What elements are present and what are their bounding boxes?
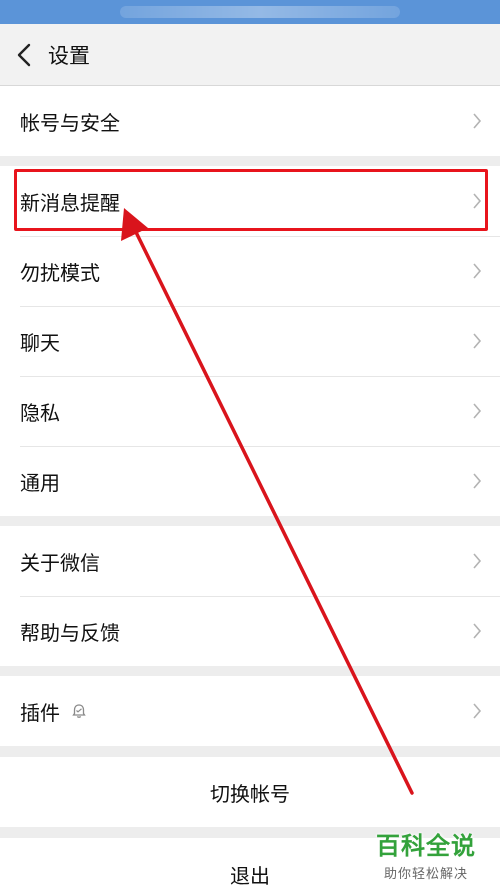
watermark-sub-text: 助你轻松解决 — [383, 867, 468, 882]
chevron-right-icon — [473, 193, 482, 209]
switch-account-label: 切换帐号 — [210, 781, 290, 806]
switch-account-button[interactable]: 切换帐号 — [0, 757, 500, 827]
settings-item-plugins[interactable]: 插件 — [0, 676, 500, 746]
settings-item-label: 勿扰模式 — [20, 260, 100, 285]
chevron-right-icon — [473, 473, 482, 489]
settings-item-chat[interactable]: 聊天 — [0, 306, 500, 376]
settings-group-switch-account: 切换帐号 — [0, 757, 500, 827]
settings-item-new-message-alerts[interactable]: 新消息提醒 — [0, 166, 500, 236]
settings-item-label: 帐号与安全 — [20, 110, 120, 135]
status-bar — [0, 0, 500, 24]
settings-item-help-feedback[interactable]: 帮助与反馈 — [0, 596, 500, 666]
back-button[interactable] — [0, 24, 48, 86]
settings-item-label: 新消息提醒 — [20, 190, 120, 215]
settings-item-do-not-disturb[interactable]: 勿扰模式 — [0, 236, 500, 306]
chevron-right-icon — [473, 623, 482, 639]
settings-item-label: 隐私 — [20, 400, 60, 425]
settings-item-label: 通用 — [20, 470, 60, 495]
settings-item-label: 帮助与反馈 — [20, 620, 120, 645]
chevron-right-icon — [473, 263, 482, 279]
plugin-bell-icon — [72, 704, 86, 718]
settings-item-about-wechat[interactable]: 关于微信 — [0, 526, 500, 596]
settings-group-account: 帐号与安全 — [0, 86, 500, 156]
logout-label: 退出 — [230, 864, 270, 888]
navigation-bar: 设置 — [0, 24, 500, 86]
chevron-left-icon — [17, 43, 31, 66]
settings-item-label: 聊天 — [20, 330, 60, 355]
status-bar-blurred-content — [120, 6, 400, 18]
settings-item-label: 插件 — [20, 700, 60, 725]
settings-item-general[interactable]: 通用 — [0, 446, 500, 516]
settings-group-plugins: 插件 — [0, 676, 500, 746]
settings-item-label: 关于微信 — [20, 550, 100, 575]
settings-item-account-security[interactable]: 帐号与安全 — [0, 86, 500, 156]
settings-item-privacy[interactable]: 隐私 — [0, 376, 500, 446]
settings-group-general: 新消息提醒 勿扰模式 聊天 隐私 通用 — [0, 166, 500, 516]
chevron-right-icon — [473, 113, 482, 129]
chevron-right-icon — [473, 403, 482, 419]
chevron-right-icon — [473, 553, 482, 569]
page-title: 设置 — [48, 43, 90, 68]
settings-group-about: 关于微信 帮助与反馈 — [0, 526, 500, 666]
watermark-logo: 百科全说 助你轻松解决 — [366, 826, 486, 884]
watermark-main-text: 百科全说 — [376, 832, 476, 860]
chevron-right-icon — [473, 703, 482, 719]
chevron-right-icon — [473, 333, 482, 349]
